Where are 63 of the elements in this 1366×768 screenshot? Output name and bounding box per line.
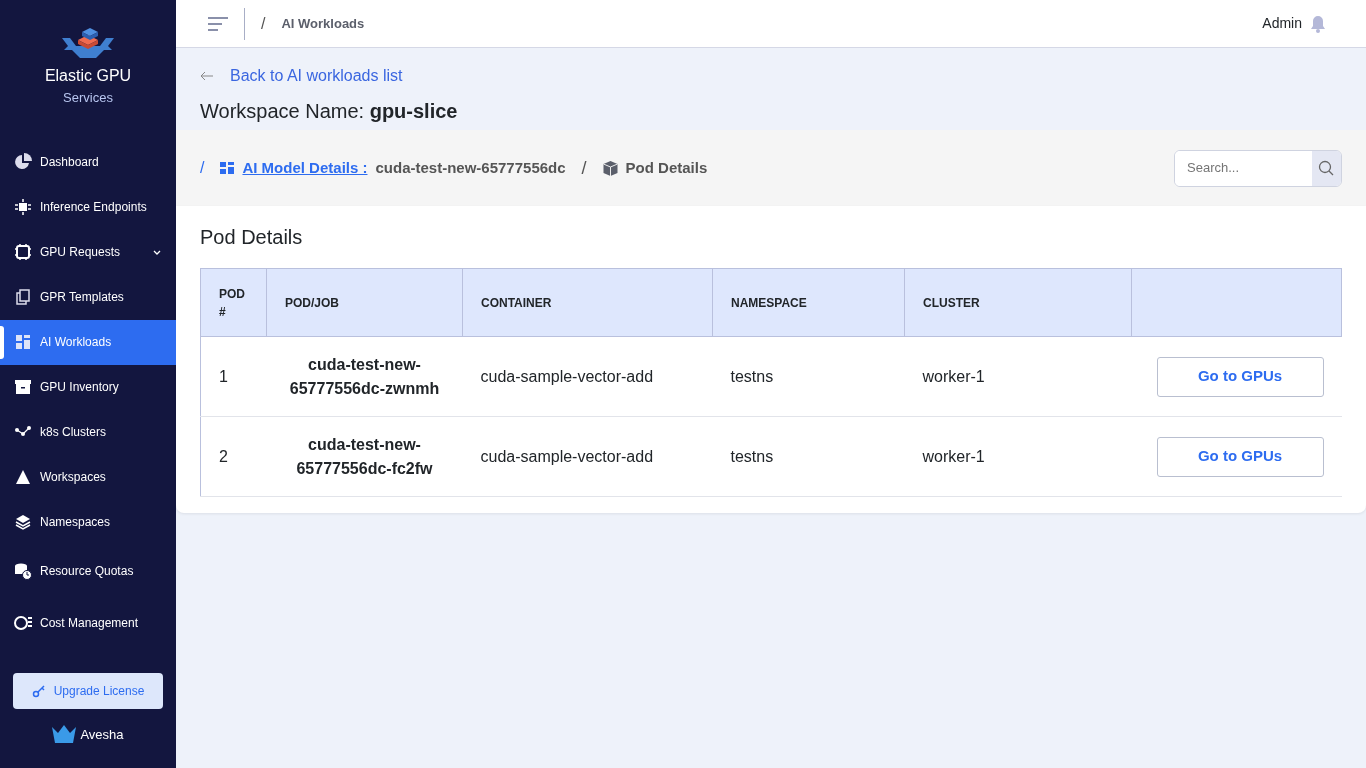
- breadcrumb-separator: /: [261, 13, 266, 34]
- go-to-gpus-button[interactable]: Go to GPUs: [1156, 356, 1324, 397]
- search-icon: [1318, 160, 1335, 176]
- sidebar-item[interactable]: Dashboard: [0, 139, 176, 185]
- brand-title: Elastic GPU: [44, 66, 132, 86]
- brand-subtitle: Services: [63, 89, 113, 107]
- grid-icon: [220, 161, 235, 175]
- breadcrumb-current: Pod Details: [625, 157, 708, 178]
- copy-icon: [14, 288, 32, 306]
- crown-logo-icon: [52, 725, 77, 744]
- column-header: POD #: [200, 268, 267, 337]
- menu-icon[interactable]: [208, 16, 228, 31]
- column-header: NAMESPACE: [712, 268, 905, 337]
- sidebar-item[interactable]: Namespaces: [0, 499, 176, 545]
- column-header: CONTAINER: [462, 268, 713, 337]
- breadcrumb-link[interactable]: AI Model Details :: [242, 156, 368, 180]
- workspace-heading: Workspace Name: gpu-slice: [200, 99, 459, 124]
- cube-icon: [602, 160, 618, 176]
- back-link[interactable]: Back to AI workloads list: [200, 64, 403, 88]
- column-header: CLUSTER: [904, 268, 1132, 337]
- sidebar-item[interactable]: k8s Clusters: [0, 409, 176, 455]
- bell-icon[interactable]: [1310, 14, 1326, 33]
- sidebar-item[interactable]: Resource Quotas: [0, 544, 176, 597]
- page-title: AI Workloads: [281, 14, 365, 33]
- table-cell: 2: [200, 416, 267, 497]
- breadcrumb-item: cuda-test-new-65777556dc: [375, 157, 566, 178]
- coins-clock-icon: [14, 561, 32, 580]
- search-field[interactable]: Search...: [1174, 149, 1342, 187]
- table-cell: cuda-sample-vector-add: [462, 416, 713, 497]
- layers-icon: [14, 513, 32, 531]
- triangle-icon: [14, 468, 32, 486]
- pie-chart-icon: [14, 153, 32, 171]
- sidebar-item[interactable]: Workspaces: [0, 454, 176, 500]
- money-icon: [14, 613, 32, 632]
- column-header: POD/JOB: [266, 268, 463, 337]
- chip-icon: [14, 198, 32, 216]
- breadcrumb-separator: /: [200, 158, 205, 178]
- sidebar-item[interactable]: Inference Endpoints: [0, 184, 176, 230]
- table-cell: cuda-test-new-65777556dc-fc2fw: [266, 416, 463, 497]
- table-cell: 1: [200, 336, 267, 417]
- user-name: Admin: [1262, 14, 1302, 33]
- card-title-text: Pod Details: [200, 225, 304, 250]
- table-cell: cuda-sample-vector-add: [462, 336, 713, 417]
- footer-logo-text: Avesha: [80, 725, 124, 744]
- breadcrumb-separator: /: [581, 156, 587, 180]
- sidebar-item[interactable]: GPU Requests: [0, 229, 176, 275]
- box-icon: [14, 378, 32, 396]
- back-arrow-icon: [200, 71, 214, 81]
- table-cell: cuda-test-new-65777556dc-zwnmh: [266, 336, 463, 417]
- table-cell: testns: [712, 336, 905, 417]
- key-icon: [31, 683, 46, 698]
- table-cell: worker-1: [904, 336, 1132, 417]
- sidebar-item[interactable]: Cost Management: [0, 596, 176, 649]
- search-button[interactable]: [1311, 150, 1341, 186]
- sidebar-item[interactable]: GPR Templates: [0, 274, 176, 320]
- table-cell: worker-1: [904, 416, 1132, 497]
- sidebar-item[interactable]: AI Workloads: [0, 319, 176, 365]
- table-cell: testns: [712, 416, 905, 497]
- grid-icon: [14, 333, 32, 351]
- upgrade-license-button[interactable]: Upgrade License: [13, 672, 163, 709]
- sidebar-item[interactable]: GPU Inventory: [0, 364, 176, 410]
- chip-icon: [14, 243, 32, 261]
- go-to-gpus-button[interactable]: Go to GPUs: [1156, 436, 1324, 477]
